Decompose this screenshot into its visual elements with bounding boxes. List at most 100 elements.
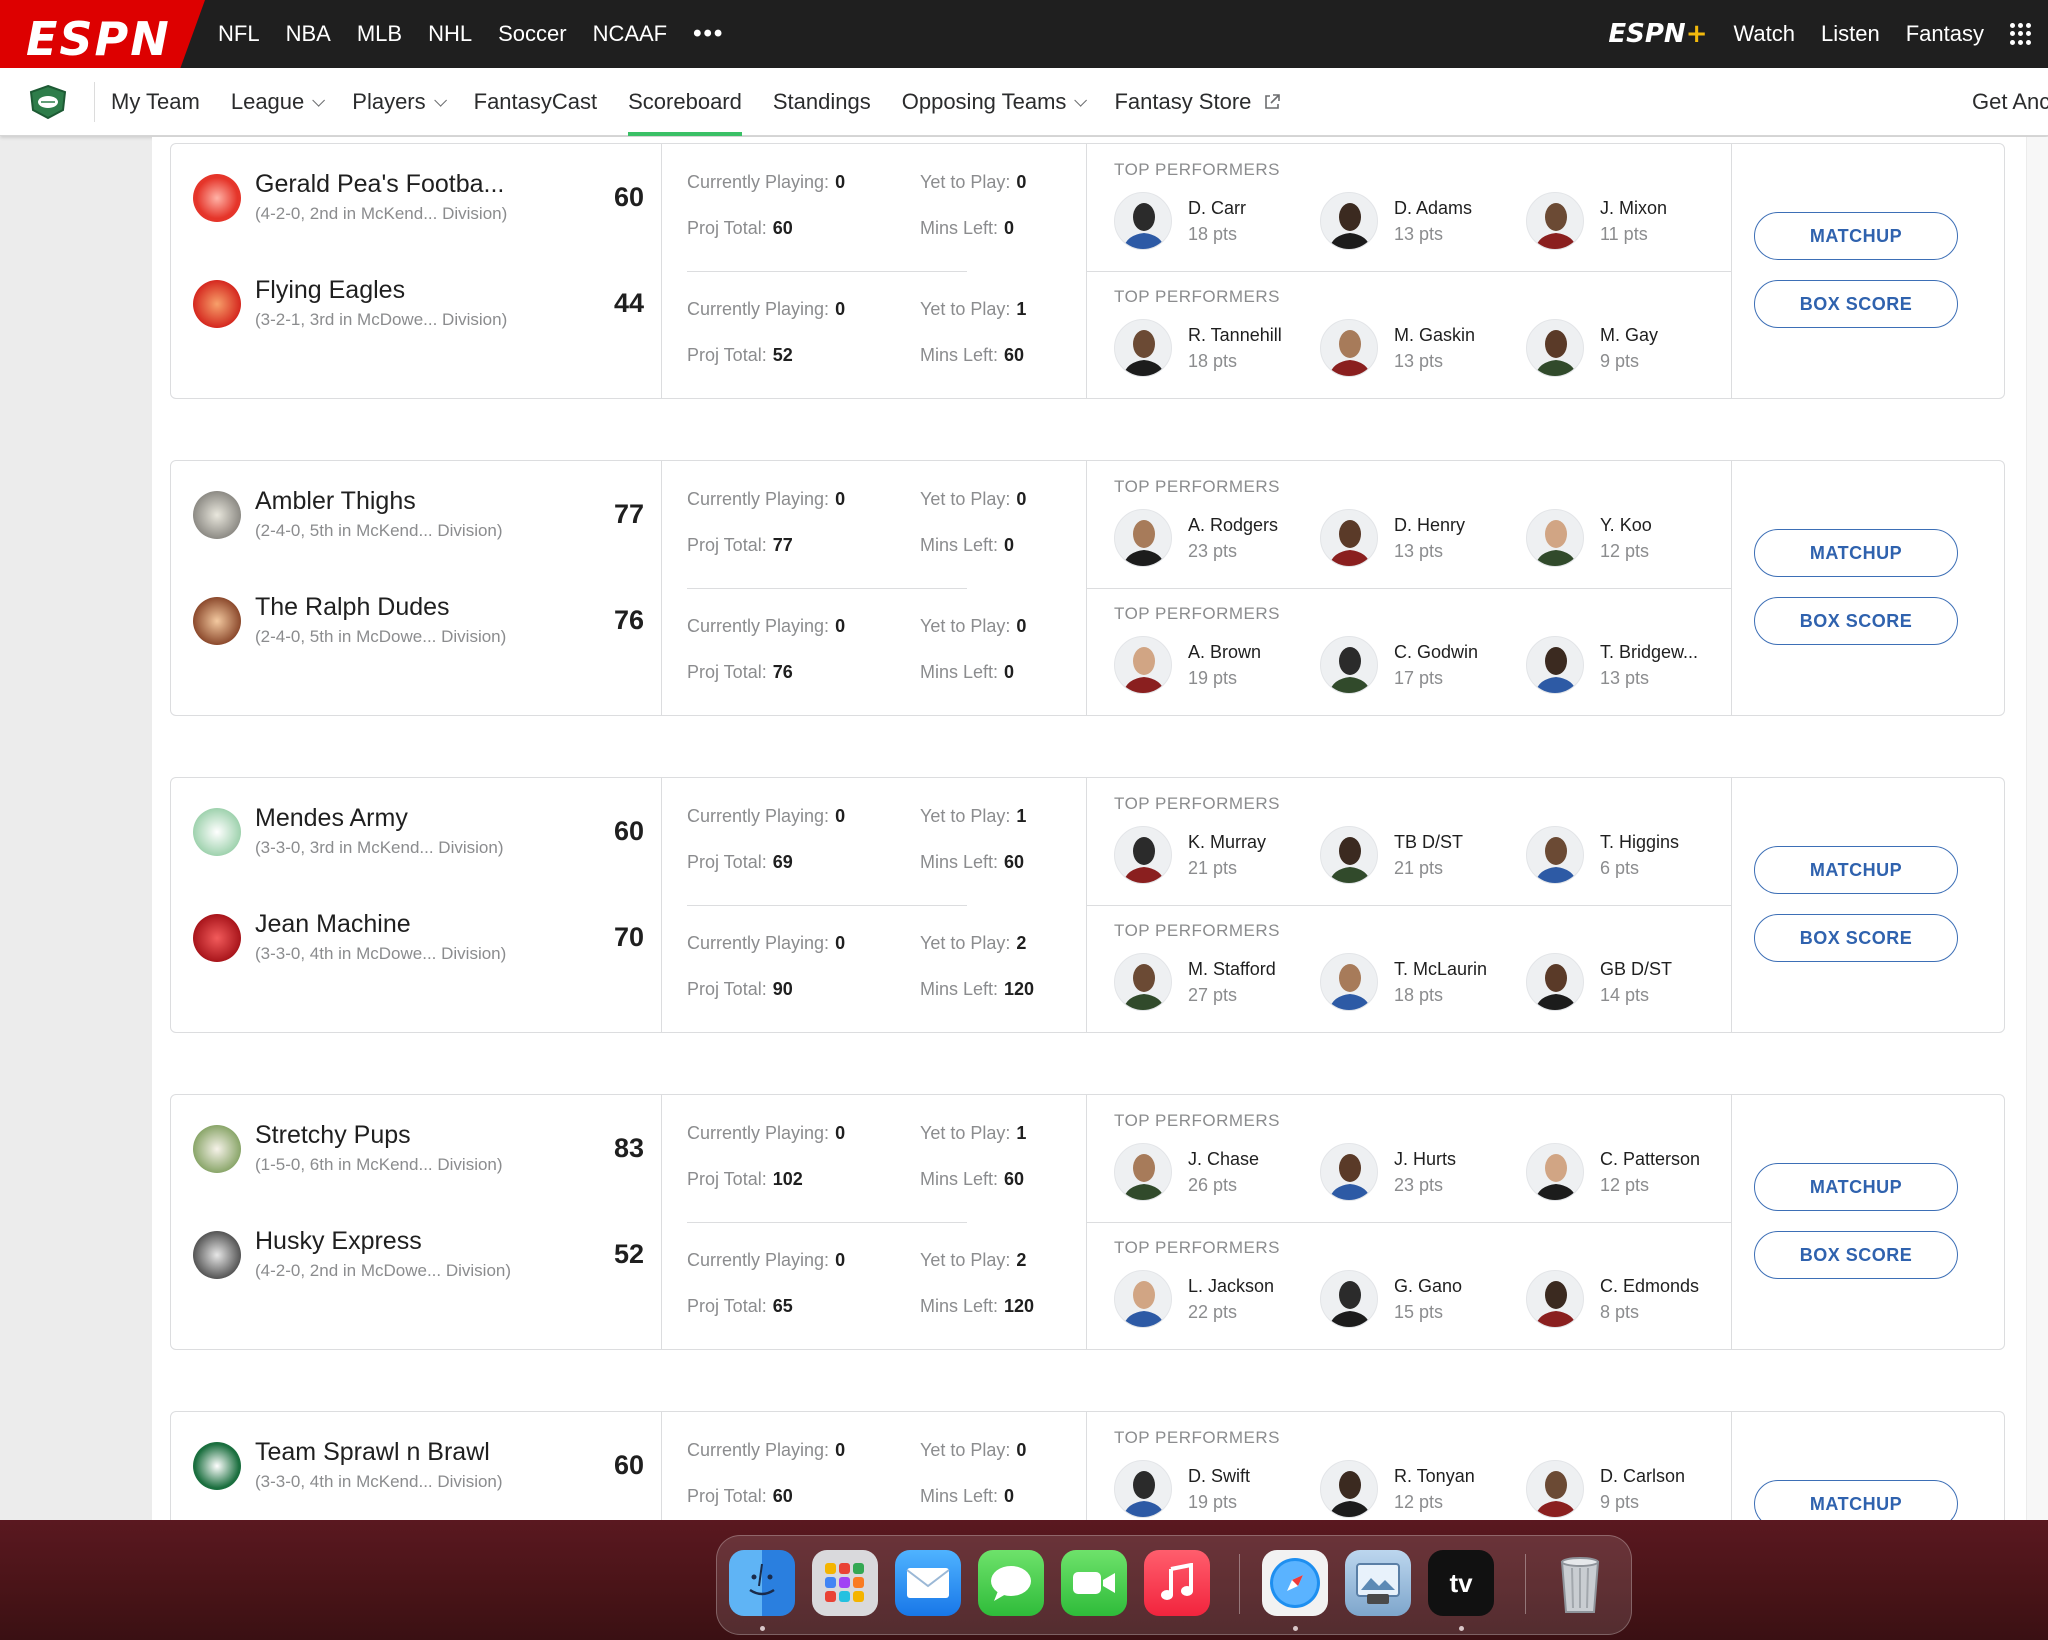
performer-name[interactable]: D. Adams — [1394, 198, 1472, 219]
performer[interactable]: C. Patterson 12 pts — [1499, 1143, 1700, 1207]
tab-scoreboard[interactable]: Scoreboard — [628, 68, 742, 136]
performer-name[interactable]: A. Brown — [1188, 642, 1261, 663]
team-name[interactable]: Ambler Thighs — [255, 487, 416, 516]
launchpad-icon[interactable] — [812, 1550, 878, 1616]
performer[interactable]: M. Gay 9 pts — [1499, 319, 1699, 383]
team-row[interactable]: Mendes Army (3-3-0, 3rd in McKend... Divi… — [171, 778, 662, 884]
performer-name[interactable]: R. Tonyan — [1394, 1466, 1475, 1487]
team-row[interactable]: Stretchy Pups (1-5-0, 6th in McKend... Di… — [171, 1095, 662, 1201]
music-icon[interactable] — [1144, 1550, 1210, 1616]
performer[interactable]: Y. Koo 12 pts — [1499, 509, 1699, 573]
performer-name[interactable]: M. Stafford — [1188, 959, 1276, 980]
performer[interactable]: J. Mixon 11 pts — [1499, 192, 1699, 256]
team-name[interactable]: The Ralph Dudes — [255, 593, 450, 622]
espn-plus-logo[interactable]: ESPN+ — [1608, 19, 1707, 49]
nav-link-listen[interactable]: Listen — [1821, 21, 1880, 47]
performer-name[interactable]: M. Gaskin — [1394, 325, 1475, 346]
nav-link-nhl[interactable]: NHL — [428, 21, 472, 47]
performer-name[interactable]: J. Hurts — [1394, 1149, 1456, 1170]
team-name[interactable]: Flying Eagles — [255, 276, 405, 305]
performer-name[interactable]: L. Jackson — [1188, 1276, 1274, 1297]
matchup-button[interactable]: MATCHUP — [1754, 1480, 1958, 1520]
performer[interactable]: D. Carr 18 pts — [1087, 192, 1287, 256]
performer-name[interactable]: G. Gano — [1394, 1276, 1462, 1297]
get-another-team-link[interactable]: Get Anc — [1972, 68, 2048, 136]
team-row[interactable]: Team Sprawl n Brawl (3-3-0, 4th in McKend… — [171, 1412, 662, 1518]
performer-name[interactable]: K. Murray — [1188, 832, 1266, 853]
nav-link-watch[interactable]: Watch — [1733, 21, 1795, 47]
performer[interactable]: L. Jackson 22 pts — [1087, 1270, 1287, 1334]
team-row[interactable]: Gerald Pea's Footba... (4-2-0, 2nd in McK… — [171, 144, 662, 250]
trash-icon[interactable] — [1547, 1550, 1613, 1616]
performer-name[interactable]: C. Godwin — [1394, 642, 1478, 663]
tab-fantasy-store[interactable]: Fantasy Store — [1114, 68, 1281, 136]
appletv-icon[interactable]: tv — [1428, 1550, 1494, 1616]
team-row[interactable]: Flying Eagles (3-2-1, 3rd in McDowe... Di… — [171, 250, 662, 356]
performer-name[interactable]: D. Carr — [1188, 198, 1246, 219]
performer[interactable]: GB D/ST 14 pts — [1499, 953, 1699, 1017]
team-name[interactable]: Husky Express — [255, 1227, 422, 1256]
performer[interactable]: M. Gaskin 13 pts — [1293, 319, 1493, 383]
team-name[interactable]: Mendes Army — [255, 804, 408, 833]
matchup-button[interactable]: MATCHUP — [1754, 212, 1958, 260]
more-sports-icon[interactable]: ••• — [693, 20, 724, 48]
performer[interactable]: T. McLaurin 18 pts — [1293, 953, 1493, 1017]
team-name[interactable]: Team Sprawl n Brawl — [255, 1438, 490, 1467]
performer[interactable]: T. Higgins 6 pts — [1499, 826, 1699, 890]
preview-icon[interactable] — [1345, 1550, 1411, 1616]
performer[interactable]: K. Murray 21 pts — [1087, 826, 1287, 890]
tab-players[interactable]: Players — [352, 68, 447, 136]
nav-link-nfl[interactable]: NFL — [218, 21, 260, 47]
performer[interactable]: A. Brown 19 pts — [1087, 636, 1287, 700]
performer[interactable]: C. Edmonds 8 pts — [1499, 1270, 1699, 1334]
box-score-button[interactable]: BOX SCORE — [1754, 1231, 1958, 1279]
performer-name[interactable]: A. Rodgers — [1188, 515, 1278, 536]
performer-name[interactable]: GB D/ST — [1600, 959, 1672, 980]
performer[interactable]: D. Carlson 9 pts — [1499, 1460, 1699, 1520]
performer-name[interactable]: D. Swift — [1188, 1466, 1250, 1487]
performer-name[interactable]: C. Patterson — [1600, 1149, 1700, 1170]
box-score-button[interactable]: BOX SCORE — [1754, 280, 1958, 328]
messages-icon[interactable] — [978, 1550, 1044, 1616]
matchup-button[interactable]: MATCHUP — [1754, 846, 1958, 894]
performer-name[interactable]: T. Bridgew... — [1600, 642, 1698, 663]
performer-name[interactable]: Y. Koo — [1600, 515, 1652, 536]
tab-my-team[interactable]: My Team — [111, 68, 200, 136]
team-row[interactable]: Husky Express (4-2-0, 2nd in McDowe... Di… — [171, 1201, 662, 1307]
nav-link-nba[interactable]: NBA — [286, 21, 331, 47]
performer-name[interactable]: TB D/ST — [1394, 832, 1463, 853]
matchup-button[interactable]: MATCHUP — [1754, 529, 1958, 577]
nav-link-mlb[interactable]: MLB — [357, 21, 402, 47]
fantasy-football-helmet-icon[interactable] — [28, 84, 68, 120]
box-score-button[interactable]: BOX SCORE — [1754, 914, 1958, 962]
performer-name[interactable]: J. Mixon — [1600, 198, 1667, 219]
performer-name[interactable]: C. Edmonds — [1600, 1276, 1699, 1297]
performer[interactable]: R. Tannehill 18 pts — [1087, 319, 1287, 383]
nav-link-soccer[interactable]: Soccer — [498, 21, 566, 47]
box-score-button[interactable]: BOX SCORE — [1754, 597, 1958, 645]
mail-icon[interactable] — [895, 1550, 961, 1616]
performer[interactable]: D. Adams 13 pts — [1293, 192, 1493, 256]
facetime-icon[interactable] — [1061, 1550, 1127, 1616]
page-scrollbar[interactable] — [2026, 137, 2048, 1520]
performer[interactable]: J. Chase 26 pts — [1087, 1143, 1287, 1207]
tab-league[interactable]: League — [231, 68, 326, 136]
nav-link-fantasy[interactable]: Fantasy — [1906, 21, 1984, 47]
performer[interactable]: D. Swift 19 pts — [1087, 1460, 1287, 1520]
tab-opposing-teams[interactable]: Opposing Teams — [902, 68, 1088, 136]
espn-logo[interactable]: ESPN — [0, 0, 205, 68]
performer[interactable]: G. Gano 15 pts — [1293, 1270, 1493, 1334]
team-name[interactable]: Gerald Pea's Footba... — [255, 170, 504, 199]
performer[interactable]: D. Henry 13 pts — [1293, 509, 1493, 573]
team-row[interactable]: Jean Machine (3-3-0, 4th in McDowe... Div… — [171, 884, 662, 990]
performer-name[interactable]: D. Henry — [1394, 515, 1465, 536]
team-name[interactable]: Jean Machine — [255, 910, 411, 939]
performer[interactable]: M. Stafford 27 pts — [1087, 953, 1287, 1017]
performer-name[interactable]: R. Tannehill — [1188, 325, 1282, 346]
performer-name[interactable]: T. Higgins — [1600, 832, 1679, 853]
performer[interactable]: C. Godwin 17 pts — [1293, 636, 1493, 700]
finder-icon[interactable] — [729, 1550, 795, 1616]
tab-fantasycast[interactable]: FantasyCast — [474, 68, 598, 136]
nav-link-ncaaf[interactable]: NCAAF — [593, 21, 668, 47]
performer[interactable]: TB D/ST 21 pts — [1293, 826, 1493, 890]
